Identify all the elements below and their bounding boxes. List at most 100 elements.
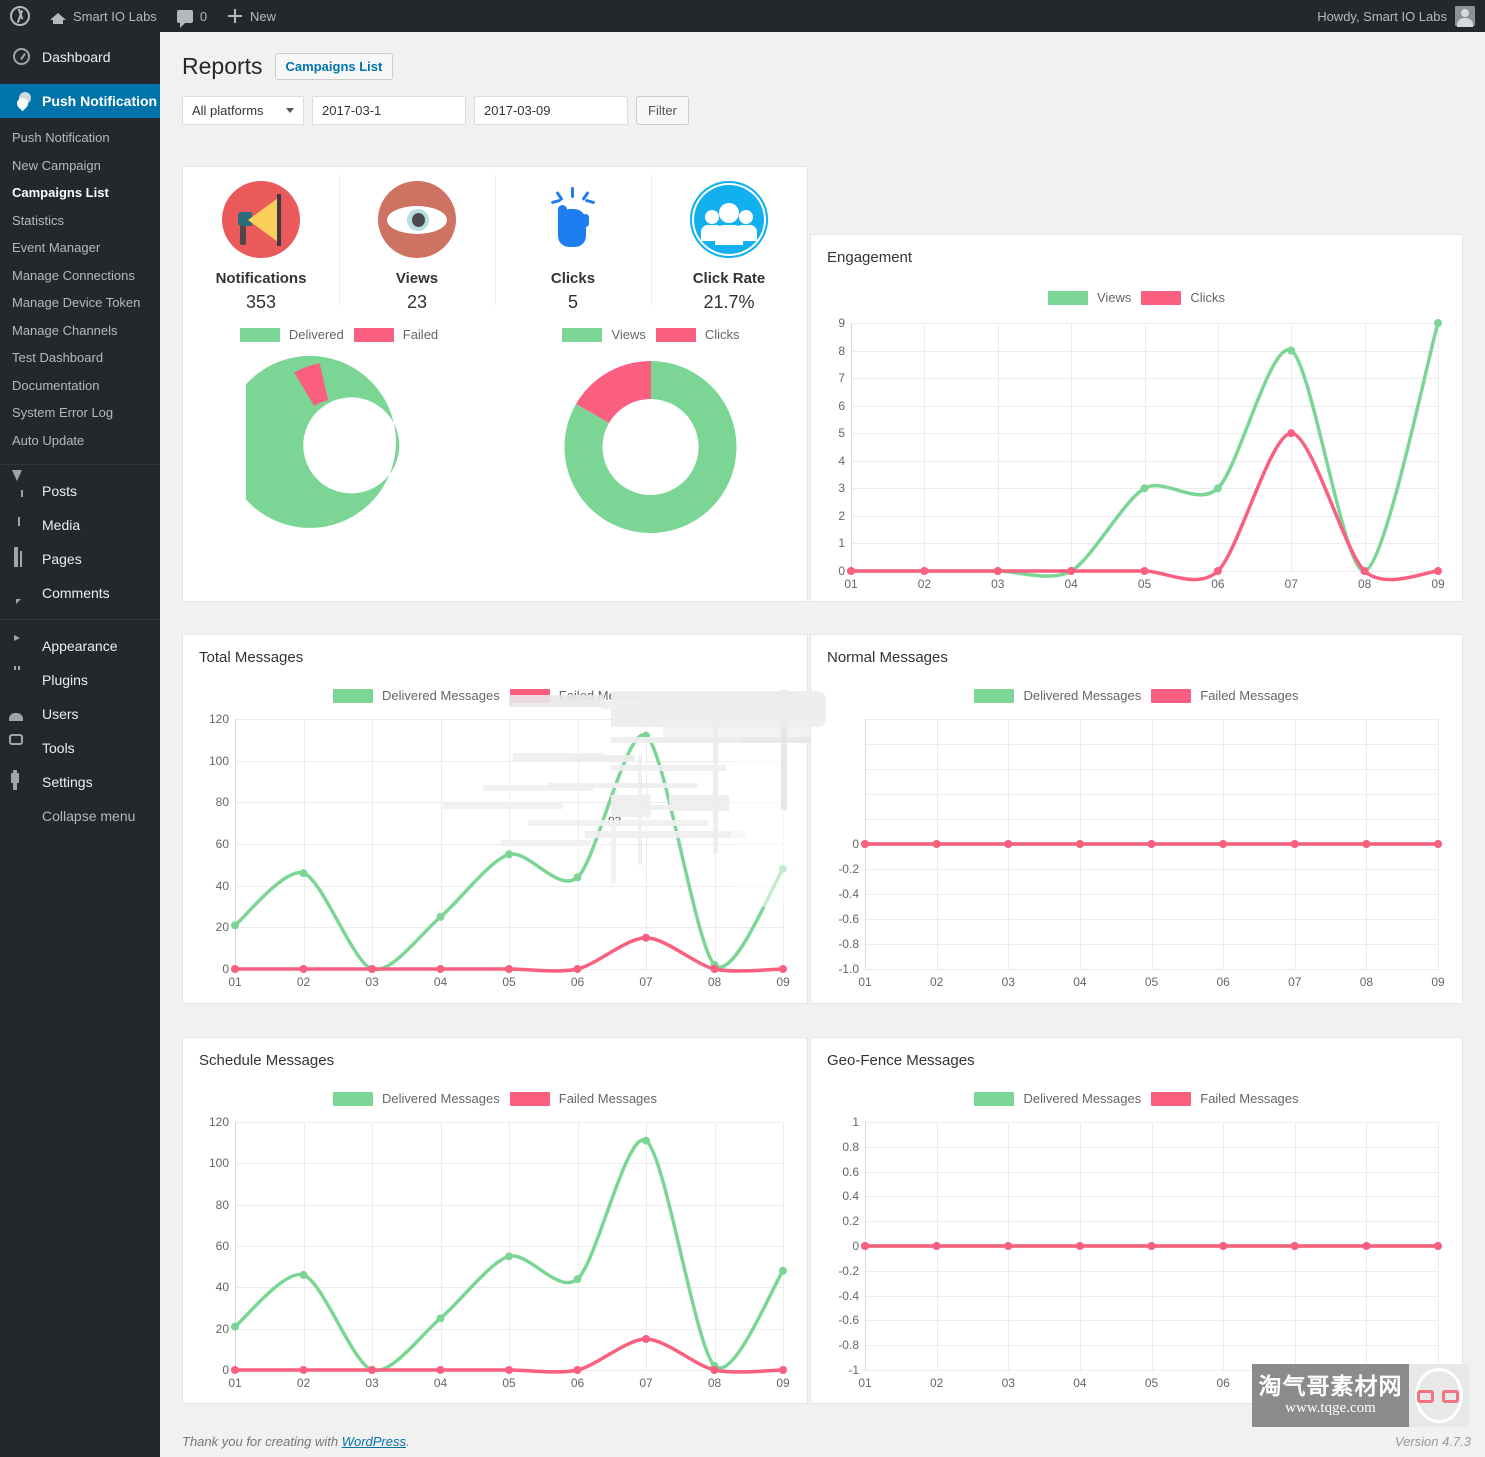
data-point[interactable] [779, 1366, 787, 1374]
data-point[interactable] [1287, 429, 1296, 438]
data-point[interactable] [920, 567, 929, 575]
data-point[interactable] [573, 1366, 582, 1374]
data-point[interactable] [1004, 1242, 1013, 1250]
data-point[interactable] [505, 1252, 513, 1261]
sidebar-subitem-push-notification[interactable]: Push Notification [0, 124, 160, 152]
data-point[interactable] [368, 1366, 376, 1374]
sidebar-item-appearance[interactable]: Appearance [0, 629, 160, 663]
data-point[interactable] [1075, 1242, 1084, 1250]
sidebar-subitem-manage-connections[interactable]: Manage Connections [0, 262, 160, 290]
sidebar-item-push-notification[interactable]: Push Notification [0, 84, 160, 118]
data-point[interactable] [1434, 840, 1442, 848]
data-point[interactable] [573, 1275, 582, 1284]
data-point[interactable] [1147, 1242, 1156, 1250]
sidebar-item-collapse-menu[interactable]: Collapse menu [0, 799, 160, 833]
sidebar-item-dashboard[interactable]: Dashboard [0, 40, 160, 74]
platform-select[interactable]: All platforms [182, 95, 304, 125]
data-point[interactable] [299, 1270, 308, 1279]
data-point[interactable] [932, 840, 941, 848]
data-point[interactable] [1004, 840, 1013, 848]
sidebar-item-media[interactable]: Media [0, 508, 160, 542]
wordpress-link[interactable]: WordPress [342, 1434, 406, 1449]
data-point[interactable] [861, 1242, 869, 1250]
sidebar-subitem-event-manager[interactable]: Event Manager [0, 234, 160, 262]
sidebar-item-settings[interactable]: Settings [0, 765, 160, 799]
sidebar-subitem-manage-channels[interactable]: Manage Channels [0, 317, 160, 345]
data-point[interactable] [231, 1366, 239, 1374]
data-point[interactable] [368, 965, 376, 973]
data-point[interactable] [573, 965, 582, 973]
new-content-button[interactable]: New [217, 0, 286, 32]
data-point[interactable] [299, 1366, 308, 1374]
data-point[interactable] [993, 567, 1002, 575]
sidebar-subitem-test-dashboard[interactable]: Test Dashboard [0, 344, 160, 372]
data-point[interactable] [642, 1335, 650, 1343]
comments-button[interactable]: 0 [167, 0, 217, 32]
data-point[interactable] [1140, 567, 1149, 575]
data-point[interactable] [436, 912, 445, 921]
data-point[interactable] [505, 850, 513, 859]
data-point[interactable] [436, 965, 445, 973]
data-point[interactable] [1219, 1242, 1228, 1250]
data-point[interactable] [299, 869, 308, 878]
data-point[interactable] [505, 1366, 513, 1374]
site-name-button[interactable]: Smart IO Labs [40, 0, 167, 32]
data-point[interactable] [1362, 1242, 1371, 1250]
data-point[interactable] [710, 965, 719, 973]
date-from-input[interactable] [312, 95, 466, 125]
date-to-input[interactable] [474, 95, 628, 125]
data-point[interactable] [1434, 567, 1442, 575]
sidebar-item-posts[interactable]: Posts [0, 469, 160, 508]
data-point[interactable] [299, 965, 308, 973]
donut-delivery-legend: Delivered Failed [183, 327, 495, 342]
data-point[interactable] [642, 1136, 650, 1145]
data-point[interactable] [1140, 484, 1149, 493]
sidebar-item-pages[interactable]: Pages [0, 542, 160, 576]
sidebar-subitem-manage-device-token[interactable]: Manage Device Token [0, 289, 160, 317]
data-point[interactable] [1362, 840, 1371, 848]
data-point[interactable] [436, 1314, 445, 1323]
wordpress-logo-button[interactable] [0, 0, 40, 32]
sidebar-item-comments[interactable]: Comments [0, 576, 160, 610]
sidebar-item-tools[interactable]: Tools [0, 731, 160, 765]
data-point[interactable] [1434, 319, 1442, 327]
data-point[interactable] [932, 1242, 941, 1250]
data-point[interactable] [1290, 1242, 1299, 1250]
data-point[interactable] [1067, 567, 1076, 575]
data-point[interactable] [1213, 567, 1222, 575]
data-point[interactable] [1147, 840, 1156, 848]
data-point[interactable] [779, 965, 787, 973]
data-point[interactable] [436, 1366, 445, 1374]
data-point[interactable] [1360, 567, 1369, 575]
data-point[interactable] [231, 921, 239, 930]
data-point[interactable] [573, 873, 582, 882]
account-menu[interactable]: Howdy, Smart IO Labs [1317, 6, 1485, 27]
data-point[interactable] [505, 965, 513, 973]
sidebar-subitem-statistics[interactable]: Statistics [0, 207, 160, 235]
data-point[interactable] [231, 1322, 239, 1331]
sidebar-item-users[interactable]: Users [0, 697, 160, 731]
sidebar-subitem-campaigns-list[interactable]: Campaigns List [0, 179, 160, 207]
data-point[interactable] [1290, 840, 1299, 848]
data-point[interactable] [1434, 1242, 1442, 1250]
data-point[interactable] [779, 1266, 787, 1275]
sidebar-subitem-system-error-log[interactable]: System Error Log [0, 399, 160, 427]
sidebar-subitem-documentation[interactable]: Documentation [0, 372, 160, 400]
data-point[interactable] [1219, 840, 1228, 848]
legend-label: Views [1096, 290, 1132, 305]
sidebar-subitem-new-campaign[interactable]: New Campaign [0, 152, 160, 180]
data-point[interactable] [861, 840, 869, 848]
render-artifact [509, 695, 604, 707]
legend-swatch-delivered [332, 1091, 373, 1106]
filter-button[interactable]: Filter [636, 95, 689, 125]
sidebar-subitem-auto-update[interactable]: Auto Update [0, 427, 160, 455]
data-point[interactable] [1287, 346, 1296, 355]
data-point[interactable] [1213, 484, 1222, 493]
data-point[interactable] [1075, 840, 1084, 848]
data-point[interactable] [231, 965, 239, 973]
data-point[interactable] [642, 933, 650, 942]
data-point[interactable] [710, 1366, 719, 1374]
sidebar-item-plugins[interactable]: Plugins [0, 663, 160, 697]
campaigns-list-button[interactable]: Campaigns List [274, 53, 394, 81]
data-point[interactable] [847, 567, 855, 575]
